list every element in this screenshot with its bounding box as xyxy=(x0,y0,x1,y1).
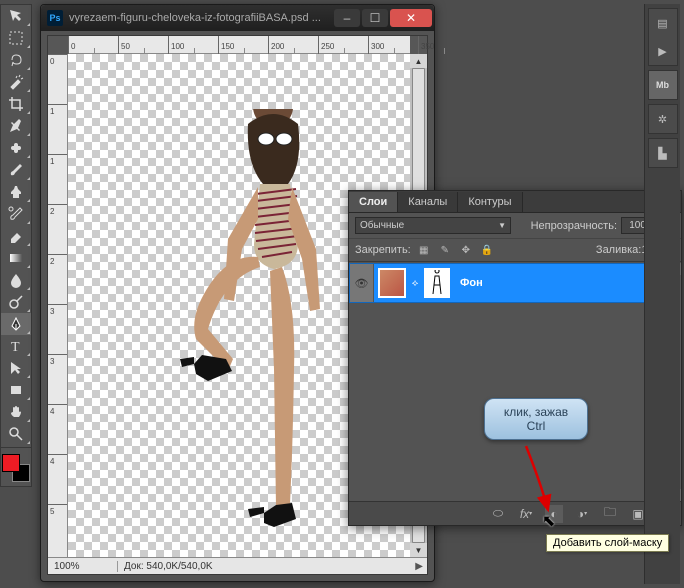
layers-panel: Слои Каналы Контуры ▸≡ Обычные ▼ Непрозр… xyxy=(348,190,682,526)
annotation-bubble: клик, зажав Ctrl xyxy=(484,398,588,440)
bubble-line1: клик, зажав xyxy=(489,405,583,419)
horizontal-ruler: 0 50 100 150 200 250 300 350 xyxy=(68,36,410,54)
adjustment-layer-icon[interactable]: ◑▾ xyxy=(573,505,591,523)
close-button[interactable]: ✕ xyxy=(390,9,432,27)
layer-thumbnail[interactable] xyxy=(378,268,406,298)
dock-history-icon[interactable]: ▤ xyxy=(649,9,677,37)
app-icon: Ps xyxy=(47,10,63,26)
layer-row[interactable]: 👁 ⟡ Фон xyxy=(349,263,669,303)
history-brush-tool[interactable] xyxy=(1,203,31,225)
move-tool[interactable] xyxy=(1,5,31,27)
layers-toolbar: ⬭ fx▾ ◐ ◑▾ 🗀 ▣ 🗑 xyxy=(349,501,681,525)
lock-transparent-icon[interactable]: ▦ xyxy=(415,243,433,257)
lock-pixels-icon[interactable]: ✎ xyxy=(436,243,454,257)
dock-character-icon[interactable]: Mb xyxy=(649,71,677,99)
healing-tool[interactable] xyxy=(1,137,31,159)
document-title: vyrezaem-figuru-cheloveka-iz-fotografiiB… xyxy=(69,12,334,24)
visibility-toggle-icon[interactable]: 👁 xyxy=(350,264,374,302)
marquee-tool[interactable] xyxy=(1,27,31,49)
dock-comments-icon[interactable]: ▙ xyxy=(649,139,677,167)
lock-position-icon[interactable]: ✥ xyxy=(457,243,475,257)
eyedropper-tool[interactable] xyxy=(1,115,31,137)
dodge-tool[interactable] xyxy=(1,291,31,313)
tab-paths[interactable]: Контуры xyxy=(458,192,522,212)
brush-tool[interactable] xyxy=(1,159,31,181)
tools-panel: T xyxy=(0,4,32,487)
group-icon[interactable]: 🗀 xyxy=(601,505,619,523)
foreground-color-swatch[interactable] xyxy=(2,454,20,472)
minimize-button[interactable]: – xyxy=(334,9,360,27)
bubble-line2: Ctrl xyxy=(489,419,583,433)
crop-tool[interactable] xyxy=(1,93,31,115)
document-titlebar[interactable]: Ps vyrezaem-figuru-cheloveka-iz-fotograf… xyxy=(41,5,434,31)
tooltip: Добавить слой-маску xyxy=(546,534,669,552)
fill-label: Заливка: xyxy=(596,244,641,256)
panel-tabs: Слои Каналы Контуры ▸≡ xyxy=(349,191,681,213)
eraser-tool[interactable] xyxy=(1,225,31,247)
dock-styles-icon[interactable]: ✲ xyxy=(649,105,677,133)
tab-channels[interactable]: Каналы xyxy=(398,192,458,212)
blend-mode-value: Обычные xyxy=(360,220,404,231)
layer-list: 👁 ⟡ Фон xyxy=(349,263,669,501)
hand-tool[interactable] xyxy=(1,401,31,423)
lock-label: Закрепить: xyxy=(355,244,411,256)
link-layers-icon[interactable]: ⬭ xyxy=(489,505,507,523)
dock-actions-icon[interactable]: ▶ xyxy=(649,37,677,65)
status-bar: 100% Док: 540,0K/540,0K ▶ xyxy=(48,557,427,574)
type-tool[interactable]: T xyxy=(1,335,31,357)
vertical-ruler: 0 1 1 2 2 3 3 4 4 5 xyxy=(48,54,68,557)
layer-mask-thumbnail[interactable] xyxy=(424,268,450,298)
path-select-tool[interactable] xyxy=(1,357,31,379)
layer-fx-icon[interactable]: fx▾ xyxy=(517,505,535,523)
rectangle-tool[interactable] xyxy=(1,379,31,401)
svg-text:T: T xyxy=(11,340,20,354)
pen-tool[interactable] xyxy=(1,313,31,335)
color-swatches[interactable] xyxy=(2,454,30,482)
status-menu-icon[interactable]: ▶ xyxy=(415,561,423,572)
blend-mode-dropdown[interactable]: Обычные ▼ xyxy=(355,217,511,234)
scroll-down-icon[interactable]: ▼ xyxy=(410,543,427,557)
zoom-tool[interactable] xyxy=(1,423,31,445)
tab-layers[interactable]: Слои xyxy=(349,192,398,212)
mask-link-icon[interactable]: ⟡ xyxy=(410,278,420,289)
blur-tool[interactable] xyxy=(1,269,31,291)
figure-image xyxy=(178,109,358,549)
opacity-label: Непрозрачность: xyxy=(531,220,617,232)
magic-wand-tool[interactable] xyxy=(1,71,31,93)
lock-all-icon[interactable]: 🔒 xyxy=(478,243,496,257)
maximize-button[interactable]: ☐ xyxy=(362,9,388,27)
layer-name[interactable]: Фон xyxy=(460,277,483,289)
scroll-up-icon[interactable]: ▲ xyxy=(410,54,427,68)
right-dock: ▤ ▶ Mb ✲ ▙ xyxy=(644,4,680,584)
clone-tool[interactable] xyxy=(1,181,31,203)
add-mask-icon[interactable]: ◐ xyxy=(545,505,563,523)
doc-info: Док: 540,0K/540,0K xyxy=(118,561,213,572)
zoom-level[interactable]: 100% xyxy=(48,561,118,572)
gradient-tool[interactable] xyxy=(1,247,31,269)
lasso-tool[interactable] xyxy=(1,49,31,71)
